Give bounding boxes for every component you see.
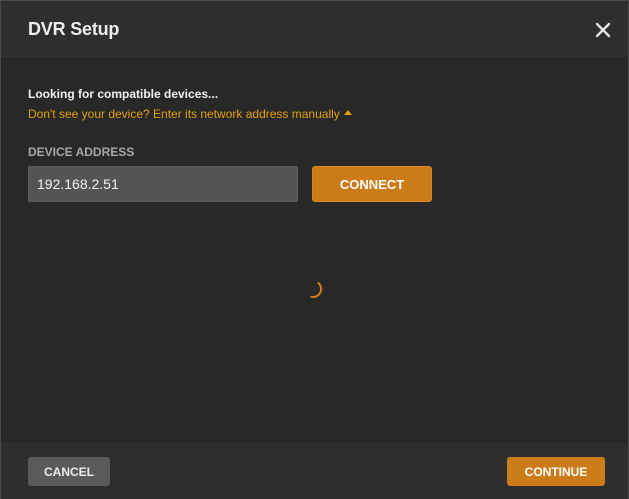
dvr-setup-dialog: DVR Setup Looking for compatible devices…	[0, 0, 629, 499]
looking-status-text: Looking for compatible devices...	[28, 87, 219, 101]
dialog-footer: CANCEL CONTINUE	[1, 441, 628, 499]
manual-address-link-label: Don't see your device? Enter its network…	[28, 107, 340, 121]
dialog-title: DVR Setup	[28, 19, 120, 39]
connect-button[interactable]: CONNECT	[312, 166, 432, 202]
device-address-label: DEVICE ADDRESS	[28, 145, 135, 159]
manual-address-link[interactable]: Don't see your device? Enter its network…	[28, 107, 352, 121]
continue-button[interactable]: CONTINUE	[507, 457, 605, 486]
cancel-button[interactable]: CANCEL	[28, 457, 110, 486]
close-icon[interactable]	[593, 20, 613, 40]
caret-up-icon	[343, 110, 352, 116]
device-address-input[interactable]	[28, 166, 298, 202]
dialog-header: DVR Setup	[1, 1, 628, 59]
loading-spinner-icon	[306, 280, 328, 302]
